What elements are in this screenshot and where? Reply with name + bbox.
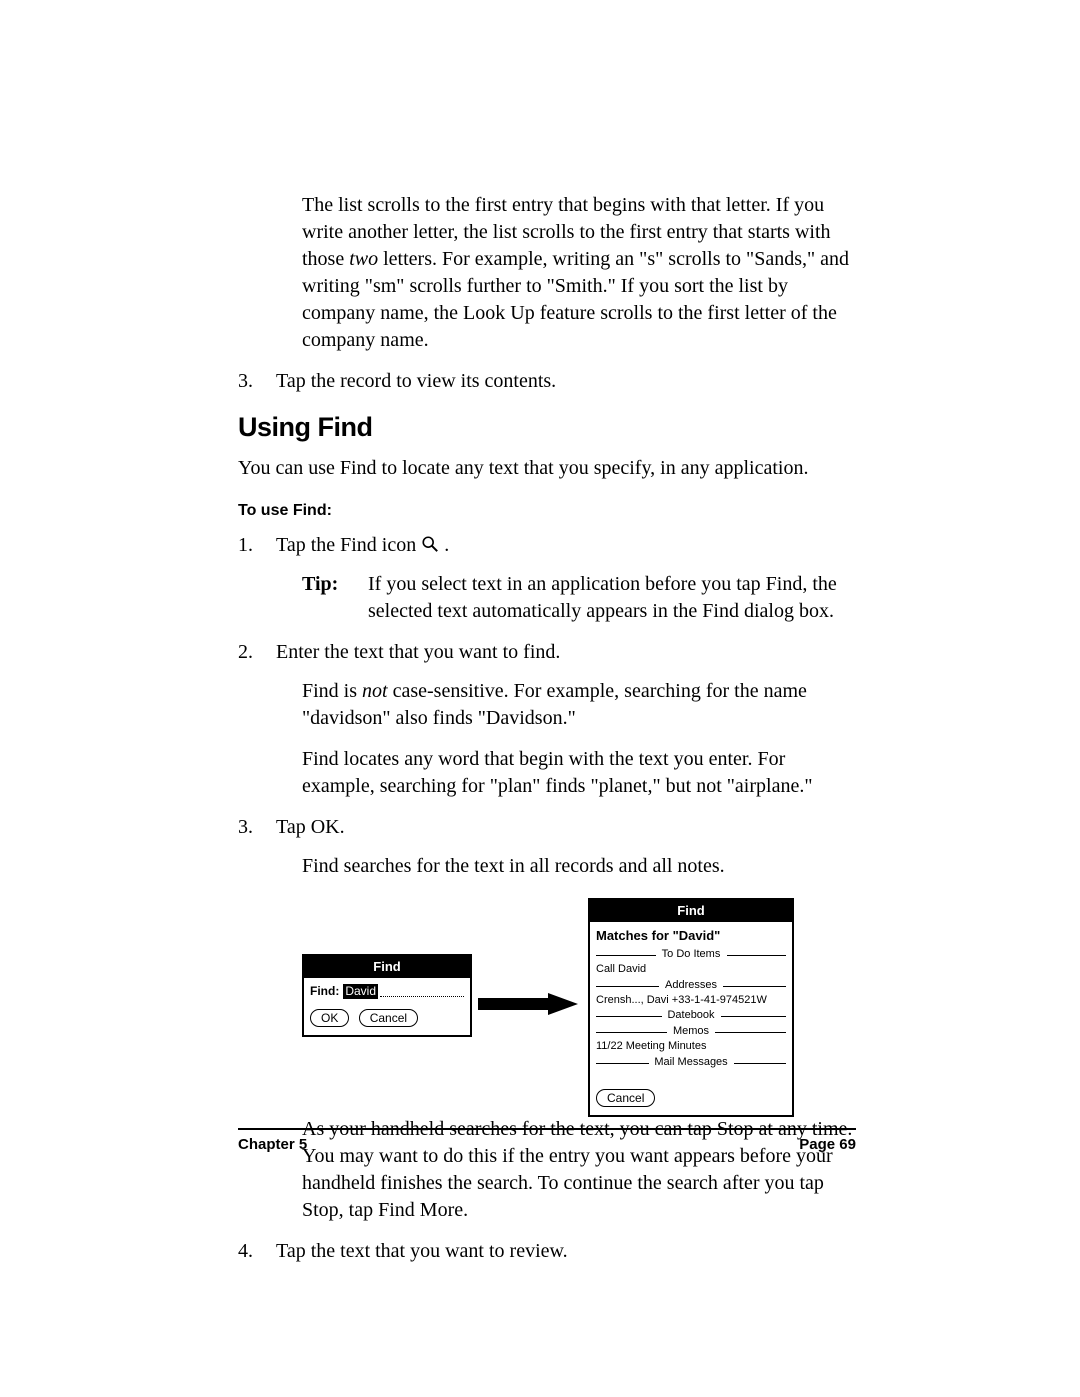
text-fragment: . <box>444 534 449 556</box>
content-column: The list scrolls to the first entry that… <box>238 192 856 1277</box>
category-datebook: Datebook <box>596 1009 786 1023</box>
find-intro: You can use Find to locate any text that… <box>238 455 856 482</box>
step-text: Tap OK. <box>276 814 856 841</box>
result-call-david[interactable]: Call David <box>596 963 786 977</box>
category-memos: Memos <box>596 1025 786 1039</box>
step-text: Tap the record to view its contents. <box>276 368 856 395</box>
category-label: To Do Items <box>658 948 725 962</box>
result-meeting-minutes[interactable]: 11/22 Meeting Minutes <box>596 1040 786 1054</box>
dialog-title: Find <box>304 956 470 978</box>
find-searches-note: Find searches for the text in all record… <box>302 853 856 880</box>
find-stop-note: As your handheld searches for the text, … <box>302 1116 856 1224</box>
step-number: 3. <box>238 814 276 841</box>
cancel-button[interactable]: Cancel <box>359 1009 418 1027</box>
arrow-right-icon <box>478 993 578 1015</box>
ok-button[interactable]: OK <box>310 1009 349 1027</box>
category-label: Memos <box>669 1025 713 1039</box>
tip-block: Tip: If you select text in an applicatio… <box>302 571 856 625</box>
dialog-title: Find <box>590 900 792 922</box>
dialog-body: Find: David OK Cancel <box>304 978 470 1035</box>
find-prefix-note: Find locates any word that begin with th… <box>302 746 856 800</box>
tip-label: Tip: <box>302 571 368 598</box>
dialog-body: Matches for "David" To Do Items Call Dav… <box>590 922 792 1116</box>
step-number: 3. <box>238 368 276 395</box>
step-text: Enter the text that you want to find. <box>276 639 856 666</box>
page-footer: Chapter 5 Page 69 <box>238 1136 856 1153</box>
cancel-button[interactable]: Cancel <box>596 1089 655 1107</box>
footer-rule <box>238 1128 856 1130</box>
section-heading-using-find: Using Find <box>238 409 856 445</box>
step-number: 4. <box>238 1238 276 1265</box>
tip-text: If you select text in an application bef… <box>368 571 856 625</box>
subheading-to-use-find: To use Find: <box>238 500 856 522</box>
text-fragment: Find is <box>302 680 362 702</box>
emphasis-two: two <box>349 248 378 270</box>
find-input-dialog: Find Find: David OK Cancel <box>302 954 472 1037</box>
find-label: Find: <box>310 984 339 999</box>
footer-chapter: Chapter 5 <box>238 1136 307 1153</box>
find-dialog-figure: Find Find: David OK Cancel Find <box>302 898 856 1098</box>
category-mail: Mail Messages <box>596 1056 786 1070</box>
text-fragment: letters. For example, writing an "s" scr… <box>302 248 849 351</box>
find-step-2: 2. Enter the text that you want to find. <box>238 639 856 666</box>
category-label: Mail Messages <box>650 1056 731 1070</box>
matches-heading: Matches for "David" <box>596 928 786 944</box>
emphasis-not: not <box>362 680 388 702</box>
result-crensh-davi[interactable]: Crensh..., Davi +33-1-41-974521W <box>596 994 786 1008</box>
footer-page: Page 69 <box>799 1136 856 1153</box>
find-results-dialog: Find Matches for "David" To Do Items Cal… <box>588 898 794 1117</box>
step-number: 2. <box>238 639 276 666</box>
category-label: Datebook <box>663 1009 718 1023</box>
find-step-1: 1. Tap the Find icon . <box>238 532 856 559</box>
lookup-description: The list scrolls to the first entry that… <box>302 192 856 354</box>
page: The list scrolls to the first entry that… <box>0 0 1080 1397</box>
find-input[interactable]: David <box>343 984 378 999</box>
magnifier-icon <box>421 535 439 553</box>
find-step-4: 4. Tap the text that you want to review. <box>238 1238 856 1265</box>
lookup-step-3: 3. Tap the record to view its contents. <box>238 368 856 395</box>
step-number: 1. <box>238 532 276 559</box>
input-underline <box>380 996 464 997</box>
find-field-row: Find: David <box>310 984 464 999</box>
find-case-note: Find is not case-sensitive. For example,… <box>302 678 856 732</box>
category-todo: To Do Items <box>596 948 786 962</box>
category-label: Addresses <box>661 979 721 993</box>
category-addresses: Addresses <box>596 979 786 993</box>
step-text: Tap the text that you want to review. <box>276 1238 856 1265</box>
text-fragment: Tap the Find icon <box>276 534 421 556</box>
step-text: Tap the Find icon . <box>276 532 856 559</box>
find-step-3: 3. Tap OK. <box>238 814 856 841</box>
